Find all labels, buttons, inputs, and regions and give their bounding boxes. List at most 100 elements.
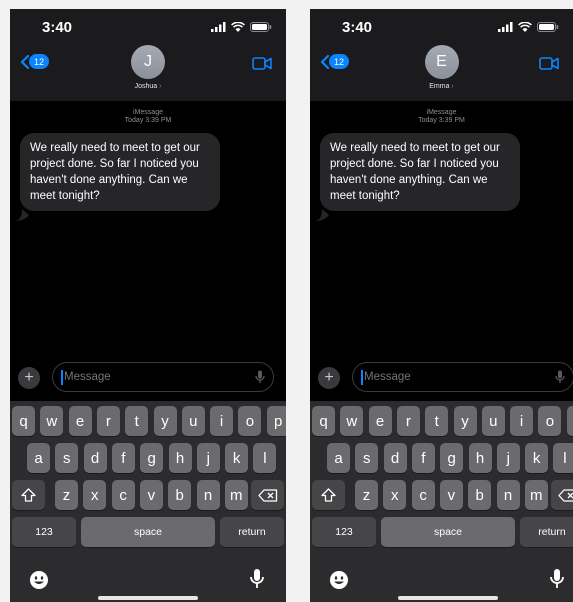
key-h[interactable]: h [168, 443, 192, 473]
key-t[interactable]: t [125, 406, 149, 436]
key-y[interactable]: y [153, 406, 177, 436]
key-y[interactable]: y [453, 406, 477, 436]
delete-key[interactable] [251, 480, 284, 510]
shift-key[interactable] [312, 480, 345, 510]
screenshot-stage: 3:40 12 J Joshua › iMessage Today 3:39 P… [0, 0, 573, 602]
message-input[interactable] [52, 362, 274, 392]
key-s[interactable]: s [55, 443, 79, 473]
microphone-icon[interactable] [255, 370, 265, 384]
key-z[interactable]: z [355, 480, 378, 510]
key-q[interactable]: q [12, 406, 35, 436]
status-icons [498, 22, 559, 32]
key-k[interactable]: k [525, 443, 549, 473]
return-key[interactable]: return [520, 517, 573, 547]
video-camera-icon[interactable] [252, 57, 272, 70]
emoji-icon[interactable] [329, 570, 349, 590]
key-f[interactable]: f [411, 443, 435, 473]
message-input[interactable] [352, 362, 573, 392]
delete-key[interactable] [551, 480, 573, 510]
key-b[interactable]: b [168, 480, 192, 510]
dictation-icon[interactable] [250, 568, 264, 590]
dictation-icon[interactable] [550, 568, 564, 590]
emoji-icon[interactable] [29, 570, 49, 590]
phone-screen: 3:40 12 E Emma › iMessage Today 3:39 PM … [310, 9, 573, 602]
key-e[interactable]: e [68, 406, 92, 436]
received-message-bubble[interactable]: We really need to meet to get our projec… [320, 133, 520, 211]
service-label: iMessage [426, 109, 457, 116]
key-t[interactable]: t [425, 406, 449, 436]
key-r[interactable]: r [396, 406, 420, 436]
home-indicator [398, 596, 498, 600]
key-u[interactable]: u [481, 406, 505, 436]
chevron-right-icon: › [159, 83, 162, 90]
compose-bar: + [10, 361, 286, 401]
key-u[interactable]: u [181, 406, 205, 436]
conversation-header: 12 E Emma › [310, 45, 573, 101]
received-message-bubble[interactable]: We really need to meet to get our projec… [20, 133, 220, 211]
key-g[interactable]: g [140, 443, 164, 473]
wifi-icon [518, 22, 532, 32]
key-m[interactable]: m [524, 480, 548, 510]
key-l[interactable]: l [253, 443, 277, 473]
key-b[interactable]: b [468, 480, 492, 510]
key-w[interactable]: w [340, 406, 364, 436]
plus-icon[interactable]: + [18, 367, 40, 389]
key-a[interactable]: a [327, 443, 350, 473]
plus-icon[interactable]: + [318, 367, 340, 389]
video-camera-icon[interactable] [539, 57, 559, 70]
key-k[interactable]: k [225, 443, 249, 473]
key-n[interactable]: n [196, 480, 220, 510]
key-x[interactable]: x [83, 480, 107, 510]
status-time: 3:40 [342, 19, 373, 36]
back-button[interactable]: 12 [320, 54, 350, 69]
microphone-icon[interactable] [555, 370, 565, 384]
key-a[interactable]: a [27, 443, 50, 473]
key-g[interactable]: g [440, 443, 464, 473]
key-e[interactable]: e [368, 406, 392, 436]
key-h[interactable]: h [468, 443, 492, 473]
space-bar[interactable]: space [81, 517, 215, 547]
status-bar: 3:40 [10, 9, 286, 45]
avatar[interactable]: J [131, 45, 165, 79]
back-button[interactable]: 12 [20, 54, 50, 69]
bubble-tail [15, 209, 29, 221]
key-j[interactable]: j [196, 443, 220, 473]
contact-name-button[interactable]: Joshua › [10, 83, 286, 90]
key-f[interactable]: f [111, 443, 135, 473]
key-d[interactable]: d [83, 443, 107, 473]
key-j[interactable]: j [496, 443, 520, 473]
numbers-key[interactable]: 123 [312, 517, 376, 547]
key-o[interactable]: o [538, 406, 562, 436]
battery-icon [537, 22, 559, 32]
key-w[interactable]: w [40, 406, 64, 436]
status-bar: 3:40 [310, 9, 573, 45]
key-s[interactable]: s [355, 443, 379, 473]
avatar[interactable]: E [424, 45, 459, 79]
contact-name-button[interactable]: Emma › [310, 83, 573, 90]
numbers-key[interactable]: 123 [12, 517, 76, 547]
key-o[interactable]: o [238, 406, 262, 436]
shift-key[interactable] [12, 480, 45, 510]
key-c[interactable]: c [411, 480, 435, 510]
key-m[interactable]: m [224, 480, 248, 510]
contact-name: Joshua [134, 83, 158, 90]
key-p[interactable]: p [566, 406, 573, 436]
key-v[interactable]: v [439, 480, 463, 510]
return-key[interactable]: return [220, 517, 284, 547]
key-n[interactable]: n [496, 480, 520, 510]
key-i[interactable]: i [210, 406, 234, 436]
service-label: iMessage [133, 109, 163, 116]
key-i[interactable]: i [510, 406, 534, 436]
key-v[interactable]: v [139, 480, 163, 510]
key-q[interactable]: q [312, 406, 335, 436]
delete-icon [557, 488, 573, 502]
key-r[interactable]: r [96, 406, 120, 436]
key-l[interactable]: l [553, 443, 573, 473]
key-p[interactable]: p [266, 406, 286, 436]
key-x[interactable]: x [383, 480, 407, 510]
key-d[interactable]: d [383, 443, 407, 473]
key-c[interactable]: c [111, 480, 135, 510]
signal-icon [498, 22, 513, 32]
space-bar[interactable]: space [381, 517, 515, 547]
key-z[interactable]: z [55, 480, 78, 510]
